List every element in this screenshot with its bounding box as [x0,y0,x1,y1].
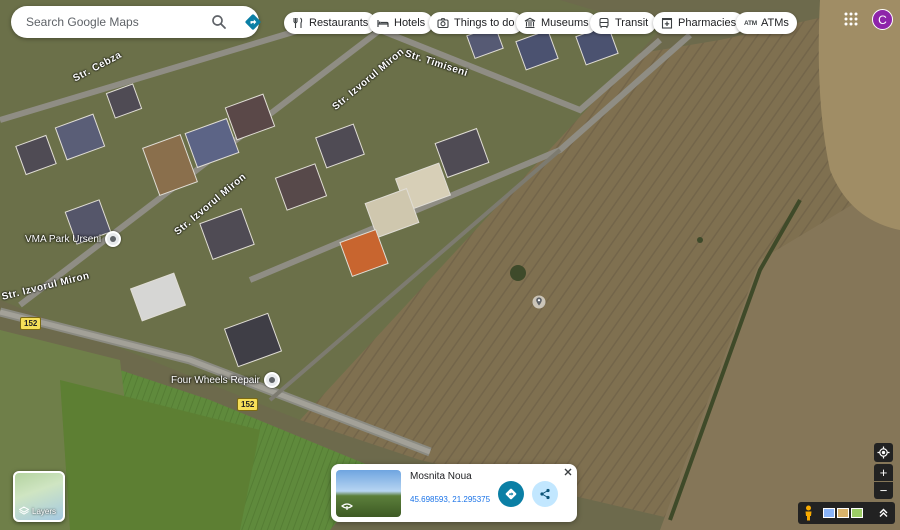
place-thumbnail[interactable] [336,470,401,517]
directions-button[interactable] [498,481,524,507]
poi-marker-icon [105,231,122,247]
layers-button[interactable]: Layers [13,471,65,522]
chip-pharmacies[interactable]: Pharmacies [653,12,745,34]
directions-icon [505,488,517,500]
transit-icon [599,17,609,29]
museum-icon [524,17,536,29]
satellite-map[interactable] [0,0,900,530]
hotel-icon [377,20,389,27]
chip-label: Transit [615,17,649,29]
chip-hotels[interactable]: Hotels [369,12,434,34]
account-avatar[interactable]: C [872,9,893,30]
place-coordinates[interactable]: 45.698593, 21.295375 [410,495,490,504]
route-shield-152: 152 [237,398,259,411]
poi-label: Four Wheels Repair [171,374,260,386]
search-icon[interactable] [210,13,228,31]
zoom-in-label: + [879,465,888,480]
poi-four-wheels-repair[interactable]: Four Wheels Repair [171,372,280,388]
street-view-icon [341,503,353,510]
imagery-tile-3[interactable] [851,508,863,518]
camera-icon [437,18,449,29]
layers-label: Layers [32,506,57,516]
imagery-tile-1[interactable] [823,508,835,518]
place-info-card[interactable]: Mosnita Noua 45.698593, 21.295375 [331,464,577,522]
chip-atms[interactable]: ATM ATMs [736,12,797,34]
chip-label: ATMs [761,17,789,29]
imagery-tile-2[interactable] [837,508,849,518]
my-location-icon [877,446,890,459]
chip-label: Hotels [394,17,426,29]
apps-grid-icon[interactable] [843,11,859,27]
place-name: Mosnita Noua [410,471,472,482]
zoom-in-button[interactable]: + [874,464,893,481]
chip-label: Things to do [454,17,515,29]
search-box [11,6,261,38]
layers-label-group: Layers [19,506,56,516]
share-button[interactable] [532,481,558,507]
share-icon [540,488,550,500]
dropped-pin-icon[interactable] [532,295,546,309]
chip-label: Museums [541,17,589,29]
poi-label: VMA Park Urseni [25,233,102,245]
pegman-icon[interactable] [803,505,814,521]
zoom-out-button[interactable]: − [874,482,893,499]
chip-label: Restaurants [309,17,369,29]
poi-vma-park-urseni[interactable]: VMA Park Urseni [25,231,122,247]
poi-marker-icon [263,372,280,388]
chip-transit[interactable]: Transit [590,12,657,34]
chip-label: Pharmacies [678,17,737,29]
route-shield-152: 152 [20,317,42,330]
chevron-up-icon[interactable] [878,507,889,518]
pharmacy-icon [661,18,673,29]
directions-icon[interactable] [243,12,263,32]
my-location-button[interactable] [874,443,893,462]
chip-restaurants[interactable]: Restaurants [284,12,377,34]
layers-icon [19,506,29,515]
chip-museums[interactable]: Museums [516,12,597,34]
atm-icon: ATM [744,19,757,27]
bottom-controls-strip [798,502,895,524]
chip-things-to-do[interactable]: Things to do [429,12,523,34]
search-input[interactable] [26,15,196,29]
zoom-out-label: − [879,483,888,498]
restaurant-icon [293,17,303,28]
close-icon[interactable] [562,466,574,478]
